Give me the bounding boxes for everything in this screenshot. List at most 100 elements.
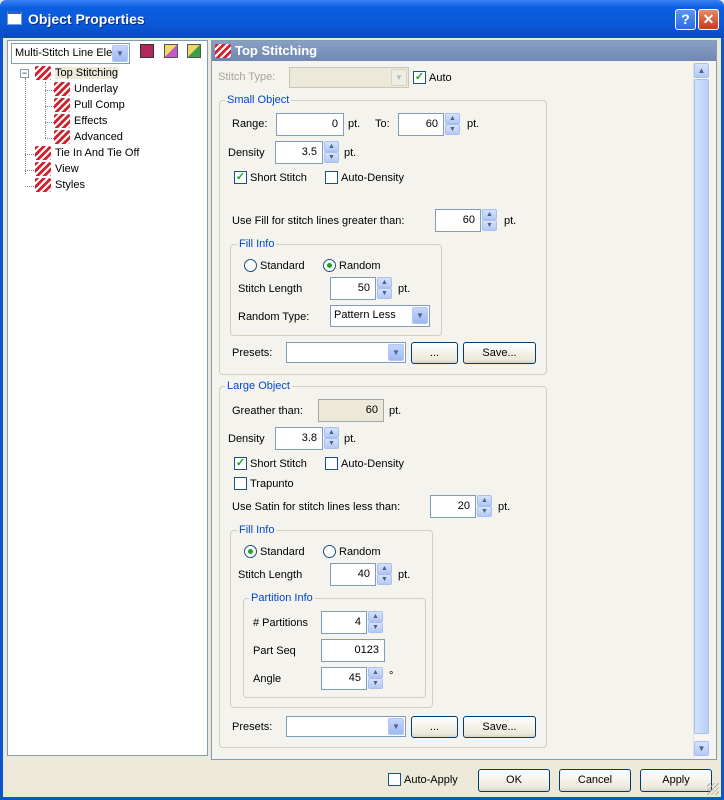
stitch-type-combo[interactable]: ▼: [289, 67, 409, 88]
tree-connector: [25, 170, 34, 171]
element-type-value: Multi-Stitch Line Elem: [15, 47, 113, 59]
scroll-down-icon[interactable]: ▼: [694, 741, 709, 756]
tree-item-view[interactable]: View: [35, 162, 205, 178]
to-spinner[interactable]: ▲ ▼: [445, 113, 461, 136]
tree-item-effects[interactable]: Effects: [54, 114, 194, 130]
standard-label: Standard: [260, 546, 305, 558]
unit-label: pt.: [344, 147, 357, 159]
tree-item-underlay[interactable]: Underlay: [54, 82, 194, 98]
short-stitch-checkbox[interactable]: ✓: [234, 457, 247, 470]
tree-item-label: Styles: [55, 179, 85, 191]
presets-label: Presets:: [232, 721, 273, 733]
partitions-input[interactable]: 4: [321, 611, 367, 634]
unit-label: pt.: [398, 283, 411, 295]
chevron-down-icon[interactable]: ▼: [388, 344, 404, 361]
stitch-length-input[interactable]: 40: [330, 563, 376, 586]
window-title: Object Properties: [28, 11, 145, 27]
stitch-length-spinner[interactable]: ▲ ▼: [377, 277, 393, 300]
copy-icon[interactable]: [164, 44, 178, 58]
tree-item-label: Underlay: [74, 83, 119, 95]
browse-button[interactable]: ...: [411, 342, 458, 364]
help-button[interactable]: ?: [675, 9, 696, 30]
resize-grip-icon[interactable]: [707, 783, 719, 795]
density-label: Density: [228, 433, 265, 445]
auto-apply-checkbox[interactable]: [388, 773, 401, 786]
chevron-down-icon[interactable]: ▼: [412, 307, 428, 324]
use-fill-label: Use Fill for stitch lines greater than:: [232, 215, 405, 227]
tree-item-advanced[interactable]: Advanced: [54, 130, 194, 146]
save-preset-button[interactable]: Save...: [463, 716, 536, 738]
to-input[interactable]: 60: [398, 113, 444, 136]
use-satin-spinner[interactable]: ▲ ▼: [477, 495, 493, 518]
tree-connector: [25, 78, 26, 174]
partitions-spinner[interactable]: ▲ ▼: [368, 611, 384, 634]
tree-item-styles[interactable]: Styles: [35, 178, 205, 194]
apply-button[interactable]: Apply: [640, 769, 712, 792]
random-radio[interactable]: [323, 259, 336, 272]
unit-label: pt.: [348, 118, 361, 130]
tree-connector: [45, 138, 54, 139]
browse-button[interactable]: ...: [411, 716, 458, 738]
save-preset-button[interactable]: Save...: [463, 342, 536, 364]
unit-label: pt.: [467, 118, 480, 130]
short-stitch-label: Short Stitch: [250, 458, 307, 470]
presets-combo[interactable]: ▼: [286, 716, 406, 737]
trapunto-checkbox[interactable]: [234, 477, 247, 490]
chevron-down-icon[interactable]: ▼: [388, 718, 404, 735]
range-input[interactable]: 0: [276, 113, 344, 136]
close-button[interactable]: ✕: [698, 9, 719, 30]
tree-connector: [25, 154, 34, 155]
standard-radio[interactable]: [244, 259, 257, 272]
collapse-icon[interactable]: −: [20, 69, 29, 78]
tree-item-label: Effects: [74, 115, 108, 127]
angle-spinner[interactable]: ▲ ▼: [368, 667, 384, 690]
density-spinner[interactable]: ▲ ▼: [324, 141, 340, 164]
chevron-down-icon[interactable]: ▼: [391, 69, 407, 86]
ok-button[interactable]: OK: [478, 769, 550, 792]
auto-label: Auto: [429, 72, 452, 84]
use-fill-input[interactable]: 60: [435, 209, 481, 232]
short-stitch-checkbox[interactable]: ✓: [234, 171, 247, 184]
tree-item-label: View: [55, 163, 79, 175]
cancel-button[interactable]: Cancel: [559, 769, 631, 792]
random-radio[interactable]: [323, 545, 336, 558]
random-type-value: Pattern Less: [334, 309, 396, 321]
unit-label: pt.: [504, 215, 517, 227]
range-label: Range:: [232, 118, 268, 130]
stitch-length-input[interactable]: 50: [330, 277, 376, 300]
scrollbar-thumb[interactable]: [694, 79, 709, 734]
random-type-combo[interactable]: Pattern Less ▼: [330, 305, 430, 327]
auto-density-checkbox[interactable]: [325, 171, 338, 184]
scroll-up-icon[interactable]: ▲: [694, 63, 709, 78]
tree-item-label: Tie In And Tie Off: [55, 147, 140, 159]
part-seq-input[interactable]: 0123: [321, 639, 385, 662]
tree-item-top-stitching[interactable]: Top Stitching: [35, 66, 205, 82]
greater-than-input[interactable]: 60: [318, 399, 384, 422]
use-satin-input[interactable]: 20: [430, 495, 476, 518]
partitions-label: # Partitions: [253, 617, 309, 629]
use-fill-spinner[interactable]: ▲ ▼: [482, 209, 498, 232]
auto-checkbox[interactable]: ✓: [413, 71, 426, 84]
stitch-length-label: Stitch Length: [238, 283, 303, 295]
tree-item-pull-comp[interactable]: Pull Comp: [54, 98, 194, 114]
tree-item-label: Pull Comp: [74, 99, 125, 111]
use-satin-label: Use Satin for stitch lines less than:: [232, 501, 401, 513]
save-icon[interactable]: [140, 44, 154, 58]
section-title: Top Stitching: [235, 43, 318, 58]
density-label: Density: [228, 147, 265, 159]
stitch-length-spinner[interactable]: ▲ ▼: [377, 563, 393, 586]
paste-icon[interactable]: [187, 44, 201, 58]
presets-combo[interactable]: ▼: [286, 342, 406, 363]
density-input[interactable]: 3.8: [275, 427, 323, 450]
angle-input[interactable]: 45: [321, 667, 367, 690]
density-spinner[interactable]: ▲ ▼: [324, 427, 340, 450]
angle-label: Angle: [253, 673, 282, 685]
element-type-combo[interactable]: Multi-Stitch Line Elem ▼: [11, 43, 130, 64]
stitch-icon: [54, 98, 70, 112]
auto-density-label: Auto-Density: [341, 458, 404, 470]
standard-radio[interactable]: [244, 545, 257, 558]
density-input[interactable]: 3.5: [275, 141, 323, 164]
tree-item-tie-in[interactable]: Tie In And Tie Off: [35, 146, 205, 162]
auto-density-checkbox[interactable]: [325, 457, 338, 470]
chevron-down-icon[interactable]: ▼: [112, 45, 128, 62]
